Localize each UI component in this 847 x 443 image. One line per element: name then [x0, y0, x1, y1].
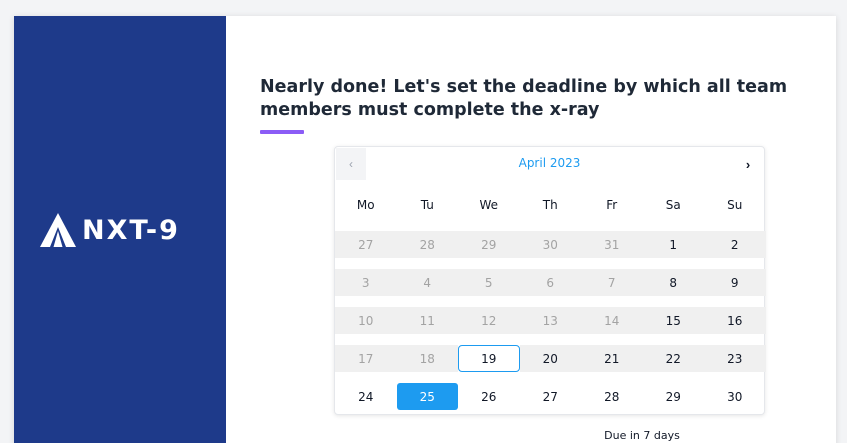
- date-cell[interactable]: 8: [642, 269, 704, 296]
- date-cell: 11: [396, 307, 458, 334]
- date-cell[interactable]: 23: [704, 345, 766, 372]
- date-cell[interactable]: 16: [704, 307, 766, 334]
- next-month-button[interactable]: ›: [736, 148, 760, 180]
- calendar-week-row: 3456789: [335, 269, 766, 296]
- date-picker: ‹ April 2023 › Mo Tu We Th Fr Sa Su 27 28…: [334, 146, 766, 415]
- date-cell[interactable]: 2: [704, 231, 766, 258]
- date-cell[interactable]: 20: [519, 345, 581, 372]
- weekday-label: Su: [727, 198, 743, 212]
- calendar-week-row: 10 11 12 13 14 15 16: [335, 307, 766, 334]
- date-cell[interactable]: 22: [642, 345, 704, 372]
- date-cell[interactable]: 9: [704, 269, 766, 296]
- date-cell[interactable]: 24: [335, 383, 397, 410]
- date-cell: 7: [581, 269, 643, 296]
- selected-date-cell[interactable]: 25: [396, 383, 458, 410]
- date-cell: 30: [519, 231, 581, 258]
- brand-sidebar: NXT-9: [14, 16, 226, 443]
- date-cell[interactable]: 1: [642, 231, 704, 258]
- due-summary: Due in 7 days: [226, 429, 836, 442]
- weekday-label: Sa: [665, 198, 681, 212]
- chevron-left-icon: ‹: [349, 157, 353, 171]
- date-cell: 17: [335, 345, 397, 372]
- weekday-label: Tu: [420, 198, 434, 212]
- onboarding-card: NXT-9 Nearly done! Let's set the deadlin…: [14, 16, 836, 443]
- weekday-header-row: Mo Tu We Th Fr Sa Su: [335, 198, 764, 212]
- date-cell: 6: [519, 269, 581, 296]
- weekday-label: Th: [542, 198, 558, 212]
- calendar-week-row: 27 28 29 30 31 1 2: [335, 231, 766, 258]
- today-date-cell[interactable]: 19: [458, 345, 520, 372]
- weekday-label: We: [479, 198, 499, 212]
- date-cell[interactable]: 26: [458, 383, 520, 410]
- weekday-label: Mo: [356, 198, 375, 212]
- calendar-week-row: 24 25 26 27 28 29 30: [335, 383, 764, 410]
- date-cell: 13: [519, 307, 581, 334]
- brand-logo: NXT-9: [38, 211, 180, 249]
- page-title: Nearly done! Let's set the deadline by w…: [260, 77, 788, 120]
- due-text: Due in 7 days: [604, 429, 680, 442]
- calendar-grid: 27 28 29 30 31 1 2 3 4 5 6 7 8 9 10 11 12 13 14 15 16 17 18 19 2…: [335, 231, 766, 421]
- brand-mark-icon: [40, 213, 76, 247]
- main-content: Nearly done! Let's set the deadline by w…: [226, 16, 836, 443]
- date-cell: 31: [581, 231, 643, 258]
- date-cell[interactable]: 21: [581, 345, 643, 372]
- date-cell: 18: [396, 345, 458, 372]
- brand-name: NXT-9: [82, 214, 180, 246]
- date-cell: 27: [335, 231, 397, 258]
- date-cell: 3: [335, 269, 397, 296]
- date-cell: 28: [396, 231, 458, 258]
- date-cell: 29: [458, 231, 520, 258]
- date-cell: 14: [581, 307, 643, 334]
- date-cell: 12: [458, 307, 520, 334]
- date-cell[interactable]: 29: [643, 383, 705, 410]
- date-cell[interactable]: 15: [642, 307, 704, 334]
- date-cell[interactable]: 30: [704, 383, 766, 410]
- calendar-week-row: 17 18 19 20 21 22 23: [335, 345, 766, 372]
- date-cell: 5: [458, 269, 520, 296]
- calendar-header: ‹ April 2023 ›: [335, 147, 764, 180]
- date-cell: 10: [335, 307, 397, 334]
- previous-month-button[interactable]: ‹: [336, 148, 366, 180]
- weekday-label: Fr: [606, 198, 618, 212]
- date-cell: 4: [396, 269, 458, 296]
- date-cell[interactable]: 27: [520, 383, 582, 410]
- chevron-right-icon: ›: [745, 156, 751, 172]
- title-underline: [260, 130, 304, 134]
- month-label[interactable]: April 2023: [519, 156, 581, 170]
- date-cell[interactable]: 28: [581, 383, 643, 410]
